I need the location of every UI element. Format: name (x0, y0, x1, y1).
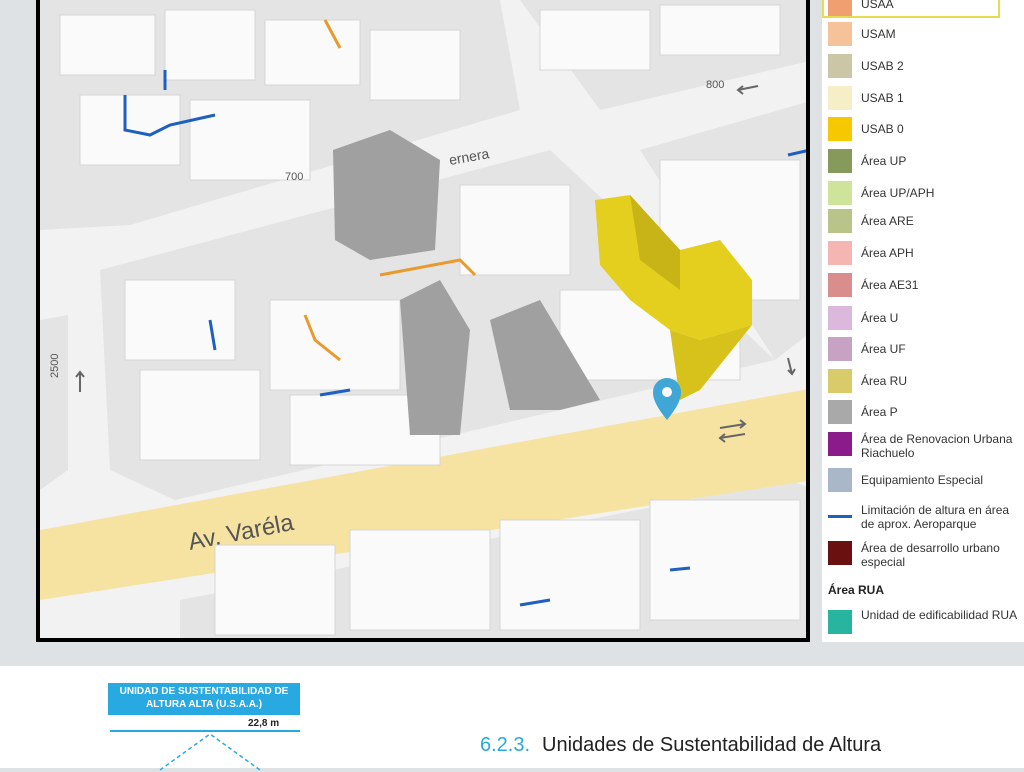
building (139, 369, 261, 461)
legend-label: Área AE31 (861, 278, 919, 292)
building (189, 99, 311, 181)
legend-swatch (828, 400, 852, 424)
legend-label: Área P (861, 405, 898, 419)
legend-swatch (828, 117, 852, 141)
street-number-700: 700 (285, 171, 303, 183)
building (649, 499, 801, 621)
ussa-badge: UNIDAD DE SUSTENTABILIDAD DE ALTURA ALTA… (108, 683, 300, 715)
ussa-outline-diagram (159, 733, 261, 771)
legend-swatch (828, 468, 852, 492)
legend-swatch (828, 273, 852, 297)
ussa-height-label: 22,8 m (248, 718, 280, 729)
legend-label: Área UP/APH (861, 186, 935, 200)
building (269, 299, 401, 391)
legend-swatch (828, 0, 852, 16)
legend-label: Equipamiento Especial (861, 473, 984, 487)
legend-label: USAM (861, 27, 896, 41)
legend-heading-rua: Área RUA (828, 583, 885, 597)
legend-swatch (828, 54, 852, 78)
legend-swatch (828, 432, 852, 456)
map-view[interactable]: Av. Varéla ernera 700 800 2500 (36, 0, 810, 642)
building (124, 279, 236, 361)
building (164, 9, 256, 81)
legend-label: Área U (861, 311, 899, 325)
legend-label: Área RU (861, 374, 908, 388)
building (214, 544, 336, 636)
legend-label: USAB 2 (861, 59, 904, 73)
building (499, 519, 641, 631)
tower (333, 130, 440, 260)
map-legend: USAA USAM USAB 2 USAB 1 USAB 0 Área UP Área UP… (822, 0, 1024, 642)
building (59, 14, 156, 76)
building (369, 29, 461, 101)
building (659, 4, 781, 56)
legend-swatch (828, 337, 852, 361)
map-canvas[interactable]: Av. Varéla ernera 700 800 2500 (40, 0, 810, 642)
one-way-arrow-icon (75, 370, 85, 392)
legend-swatch (828, 306, 852, 330)
legend-swatch (828, 369, 852, 393)
legend-swatch (828, 541, 852, 565)
blue-outline (669, 566, 691, 572)
building (459, 184, 571, 276)
block-left (40, 315, 68, 490)
legend-swatch (828, 209, 852, 233)
building (539, 9, 651, 71)
street-number-800: 800 (706, 79, 724, 91)
legend-label: Limitación de altura en área de aprox. A… (861, 503, 1010, 531)
legend-swatch (828, 22, 852, 46)
legend-label: USAA (861, 0, 894, 11)
section-number: 6.2.3. (480, 734, 531, 756)
legend-swatch (828, 181, 852, 205)
street-number-2500: 2500 (49, 354, 61, 378)
one-way-arrow-icon (787, 357, 796, 376)
legend-swatch (828, 86, 852, 110)
legend-swatch (828, 149, 852, 173)
section-title: Unidades de Sustentabilidad de Altura (542, 734, 882, 756)
legend-swatch (828, 610, 852, 634)
street-label-top: ernera (448, 145, 491, 168)
legend-line-swatch (828, 515, 852, 518)
building (264, 19, 361, 86)
legend-label: Área de desarrollo urbano especial (861, 541, 1000, 569)
legend-label: Área UF (861, 342, 906, 356)
legend-label: Área APH (861, 246, 914, 260)
document-page: UNIDAD DE SUSTENTABILIDAD DE ALTURA ALTA… (0, 666, 1024, 771)
legend-swatch (828, 241, 852, 265)
legend-label: Unidad de edificabilidad RUA (861, 608, 1018, 622)
legend-label: Área ARE (861, 214, 914, 228)
legend-label: Área de Renovacion Urbana Riachuelo (861, 432, 1013, 460)
building (349, 529, 491, 631)
legend-label: USAB 1 (861, 91, 904, 105)
legend-label: Área UP (861, 154, 907, 168)
one-way-arrow-icon (736, 85, 759, 95)
legend-label: USAB 0 (861, 122, 904, 136)
